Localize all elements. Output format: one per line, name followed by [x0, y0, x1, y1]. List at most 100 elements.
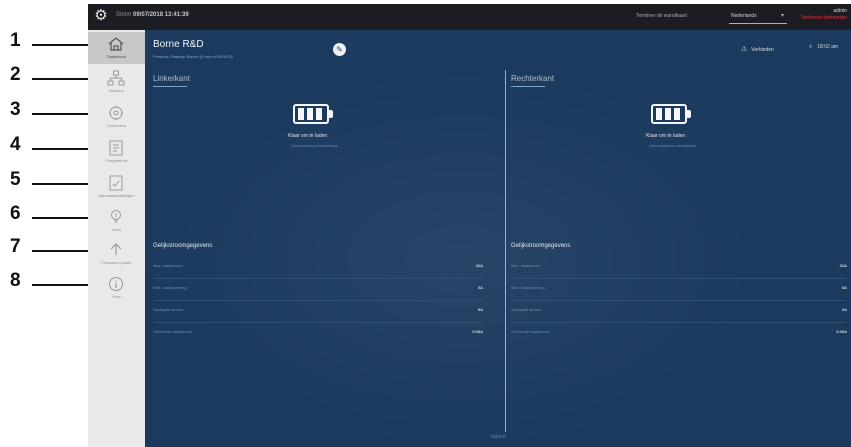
callout-number: 2 [10, 64, 21, 85]
controller-icon [109, 106, 123, 120]
sidebar-item-about[interactable]: Over [88, 272, 145, 304]
top-bar: ⚙ Simm 09/07/2018 13:41:39 Terminer de w… [88, 4, 851, 30]
page-title: Borne R&D [153, 39, 204, 50]
callout-number: 7 [10, 236, 21, 257]
row-separator [153, 278, 483, 279]
data-row: Opslagde stroom 0A [511, 307, 847, 317]
light-button[interactable]: ♁ 18:02 am [808, 43, 838, 50]
callout-number: 8 [10, 270, 21, 291]
connect-button[interactable]: ⚠ Verbinden [741, 45, 774, 53]
data-key: Max. laadspanning [511, 285, 545, 290]
dc-data-title: Gelijkstroomgegevens [153, 243, 213, 249]
data-row: Max. laadspanning 0A [153, 285, 483, 295]
sidebar-item-label: Programma [106, 158, 127, 163]
sidebar-item-firmware[interactable]: Firmware-update [88, 238, 145, 270]
user-role: Technisch beheerder [800, 15, 847, 21]
connect-label: Verbinden [751, 47, 774, 53]
data-key: Geleverde laadstroom [153, 329, 193, 334]
data-key: Geleverde laadstroom [511, 329, 551, 334]
callout-1: 1 [6, 30, 104, 52]
callout-7: 7 [6, 236, 104, 258]
wall-map-link[interactable]: Terminer de wandkaart [636, 13, 687, 19]
callout-3: 3 [6, 99, 104, 121]
charge-status: Klaar om te laden [646, 133, 686, 139]
data-value: 0A [477, 307, 483, 312]
edit-button[interactable]: ✎ [333, 43, 346, 56]
data-key: Max. laadstroom [511, 263, 541, 268]
title-underline [511, 86, 545, 87]
sidebar-item-label: Dashboard [106, 54, 127, 59]
title-underline [153, 86, 187, 87]
page-subtitle: Pressure Slaapzip Slaven (3 min ref 0004… [153, 54, 233, 59]
row-separator [153, 322, 483, 323]
charge-detail: Geen laadstroom beschikbaar [291, 144, 338, 148]
warning-icon: ⚠ [741, 46, 748, 53]
data-key: Opslagde stroom [153, 307, 184, 312]
data-value: 0.00A [836, 329, 847, 334]
sidebar-item-dashboard[interactable]: Dashboard [88, 32, 145, 64]
left-side-panel: Linkerkant Klaar om te laden Geen laadst… [153, 74, 503, 334]
data-value: 32A [475, 263, 483, 268]
network-icon [107, 70, 125, 86]
bulb-icon: ♁ [808, 43, 814, 50]
gear-icon[interactable]: ⚙ [93, 8, 109, 24]
right-side-panel: Rechterkant Klaar om te laden Geen laads… [511, 74, 851, 334]
sidebar-item-controllers[interactable]: Controllers [88, 101, 145, 133]
battery-icon [293, 104, 337, 126]
light-label: 18:02 am [817, 44, 839, 50]
callout-8: 8 [6, 270, 104, 292]
bulb-icon [111, 210, 121, 223]
user-info[interactable]: admin Technisch beheerder [801, 8, 847, 22]
datetime: 09/07/2018 13:41:39 [133, 12, 189, 18]
sidebar-item-settings[interactable]: Apparaatinstellingen [88, 171, 145, 203]
info-icon [109, 277, 123, 291]
left-side-title: Linkerkant [153, 74, 190, 83]
row-separator [153, 300, 483, 301]
sidebar-item-network[interactable]: Netwerk [88, 66, 145, 98]
callout-number: 4 [10, 134, 21, 155]
chevron-down-icon: ▾ [780, 13, 784, 19]
callout-number: 3 [10, 99, 21, 120]
data-row: Max. laadstroom 32A [511, 263, 847, 273]
callout-number: 6 [10, 203, 21, 224]
sidebar-item-label: Over [112, 294, 121, 299]
column-divider [505, 70, 506, 432]
sidebar-item-label: Controllers [106, 123, 127, 128]
data-key: Max. laadspanning [153, 285, 187, 290]
upload-icon [110, 243, 122, 255]
footer-text: Ingond [490, 434, 506, 440]
data-key: Opslagde stroom [511, 307, 542, 312]
dc-data-title: Gelijkstroomgegevens [511, 243, 571, 249]
data-row: Max. laadstroom 32A [153, 263, 483, 273]
sidebar-item-label: Licht [112, 227, 121, 232]
battery-icon [651, 104, 695, 126]
charge-status: Klaar om te laden [288, 133, 328, 139]
data-row: Max. laadspanning 0A [511, 285, 847, 295]
language-select[interactable]: Nederlands ▾ [729, 10, 787, 24]
data-key: Max. laadstroom [153, 263, 183, 268]
callout-number: 1 [10, 30, 21, 51]
data-row: Geleverde laadstroom 0.00A [153, 329, 483, 339]
right-side-title: Rechterkant [511, 74, 555, 83]
sidebar-item-program[interactable]: Programma [88, 136, 145, 168]
sidebar-item-label: Firmware-update [101, 260, 132, 265]
data-value: 0A [841, 307, 847, 312]
callout-6: 6 [6, 203, 104, 225]
sidebar-item-label: Apparaatinstellingen [98, 193, 135, 198]
home-icon [108, 37, 124, 51]
data-row: Geleverde laadstroom 0.00A [511, 329, 847, 339]
row-separator [511, 300, 847, 301]
charge-detail: Geen laadstroom beschikbaar [649, 144, 696, 148]
top-meta: Simm 09/07/2018 13:41:39 [116, 12, 189, 18]
user-name: admin [833, 8, 847, 14]
row-separator [511, 278, 847, 279]
row-separator [511, 322, 847, 323]
callout-4: 4 [6, 134, 104, 156]
callout-2: 2 [6, 64, 104, 86]
data-value: 0A [841, 285, 847, 290]
main-panel: Borne R&D Pressure Slaapzip Slaven (3 mi… [145, 30, 851, 447]
program-icon [109, 140, 123, 156]
data-value: 0A [477, 285, 483, 290]
sidebar-item-light[interactable]: Licht [88, 205, 145, 237]
callout-5: 5 [6, 169, 104, 191]
